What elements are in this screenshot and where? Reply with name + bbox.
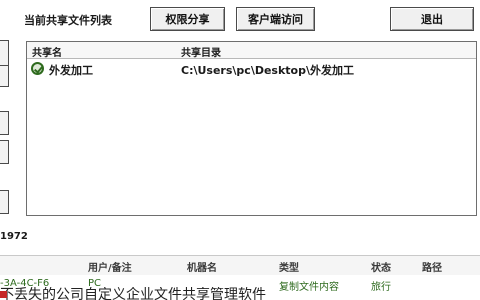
footer-text: 不丢失的公司自定义企业文件共享管理软件 bbox=[0, 287, 266, 300]
count-label: 1972 bbox=[0, 231, 28, 242]
side-button-3[interactable] bbox=[0, 111, 9, 135]
share-path: C:\Users\pc\Desktop\外发加工 bbox=[181, 64, 354, 77]
permission-share-button[interactable]: 权限分享 bbox=[150, 7, 225, 31]
column-header-share-name[interactable]: 共享名 bbox=[32, 44, 62, 59]
share-name: 外发加工 bbox=[49, 64, 93, 77]
column-header-status[interactable]: 状态 bbox=[371, 259, 391, 274]
share-list[interactable]: 共享名 共享目录 外发加工 C:\Users\pc\Desktop\外发加工 bbox=[26, 41, 477, 216]
column-header-user[interactable]: 用户/备注 bbox=[88, 259, 132, 274]
red-marker-icon bbox=[0, 291, 7, 298]
column-header-type[interactable]: 类型 bbox=[279, 259, 299, 274]
column-header-share-path[interactable]: 共享目录 bbox=[181, 44, 221, 59]
client-access-button[interactable]: 客户端访问 bbox=[236, 7, 315, 31]
column-header-machine[interactable]: 机器名 bbox=[187, 259, 217, 274]
share-list-header: 共享名 共享目录 bbox=[27, 42, 476, 59]
side-button-1[interactable] bbox=[0, 40, 9, 66]
side-button-5[interactable] bbox=[0, 190, 9, 214]
exit-button[interactable]: 退出 bbox=[390, 7, 474, 31]
shared-folder-icon bbox=[31, 62, 44, 75]
connection-list-header: 用户/备注 机器名 类型 状态 路径 bbox=[0, 255, 480, 275]
side-button-4[interactable] bbox=[0, 140, 9, 164]
side-button-2[interactable] bbox=[0, 65, 9, 87]
shared-files-title: 当前共享文件列表 bbox=[24, 14, 112, 27]
column-header-path[interactable]: 路径 bbox=[422, 259, 442, 274]
share-row[interactable]: 外发加工 C:\Users\pc\Desktop\外发加工 bbox=[27, 59, 476, 77]
